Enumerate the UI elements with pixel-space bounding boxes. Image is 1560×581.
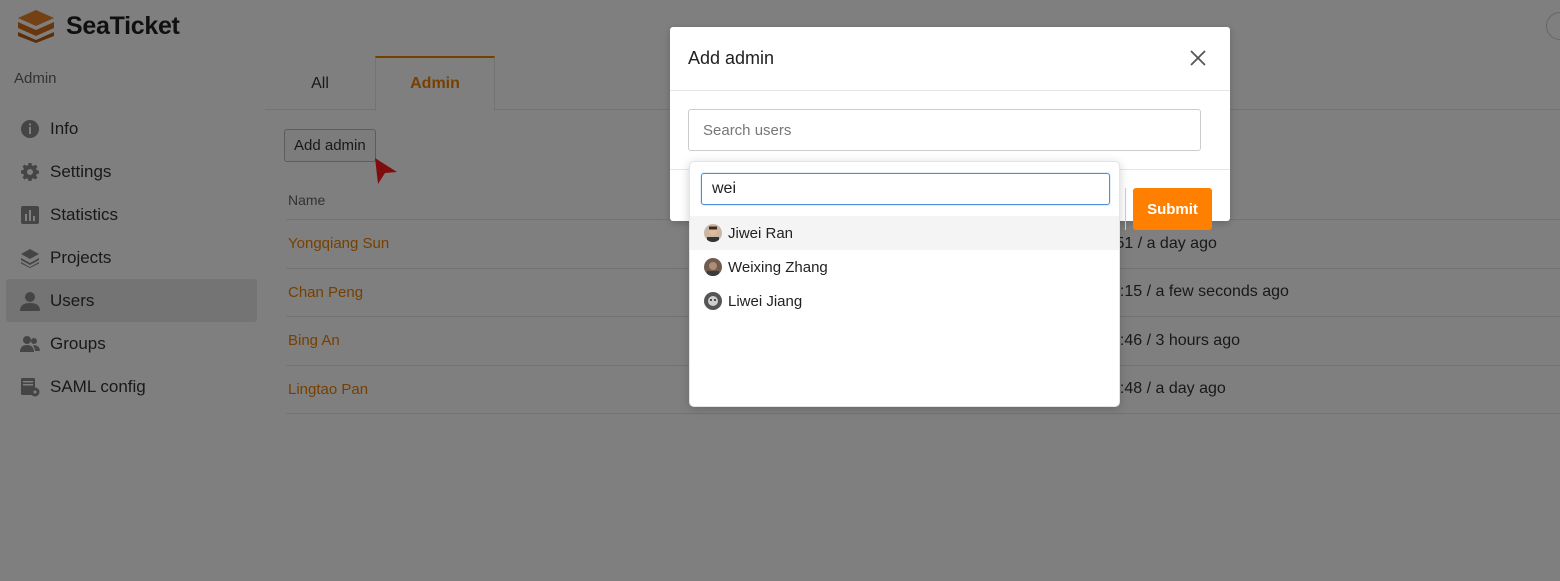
option-label: Weixing Zhang bbox=[728, 258, 828, 276]
dialog-header: Add admin bbox=[670, 27, 1230, 91]
dropdown-option[interactable]: Liwei Jiang bbox=[690, 284, 1119, 318]
dropdown-options: Jiwei Ran Weixing Zhang Liwei Jiang bbox=[690, 216, 1119, 318]
avatar bbox=[704, 258, 722, 276]
dialog-title: Add admin bbox=[688, 48, 775, 68]
close-icon[interactable] bbox=[1188, 48, 1208, 68]
dropdown-option[interactable]: Jiwei Ran bbox=[690, 216, 1119, 250]
dropdown-search-input[interactable]: wei bbox=[701, 173, 1110, 205]
user-search-dropdown: wei Jiwei Ran Weixing Zhang Liwei Jiang bbox=[689, 161, 1120, 407]
dropdown-option[interactable]: Weixing Zhang bbox=[690, 250, 1119, 284]
option-label: Liwei Jiang bbox=[728, 292, 803, 310]
submit-button[interactable]: Submit bbox=[1133, 188, 1212, 230]
option-label: Jiwei Ran bbox=[728, 224, 794, 242]
avatar bbox=[704, 292, 722, 310]
user-search-select[interactable]: Search users bbox=[688, 109, 1201, 151]
cancel-button-edge[interactable] bbox=[1122, 188, 1126, 230]
avatar bbox=[704, 224, 722, 242]
